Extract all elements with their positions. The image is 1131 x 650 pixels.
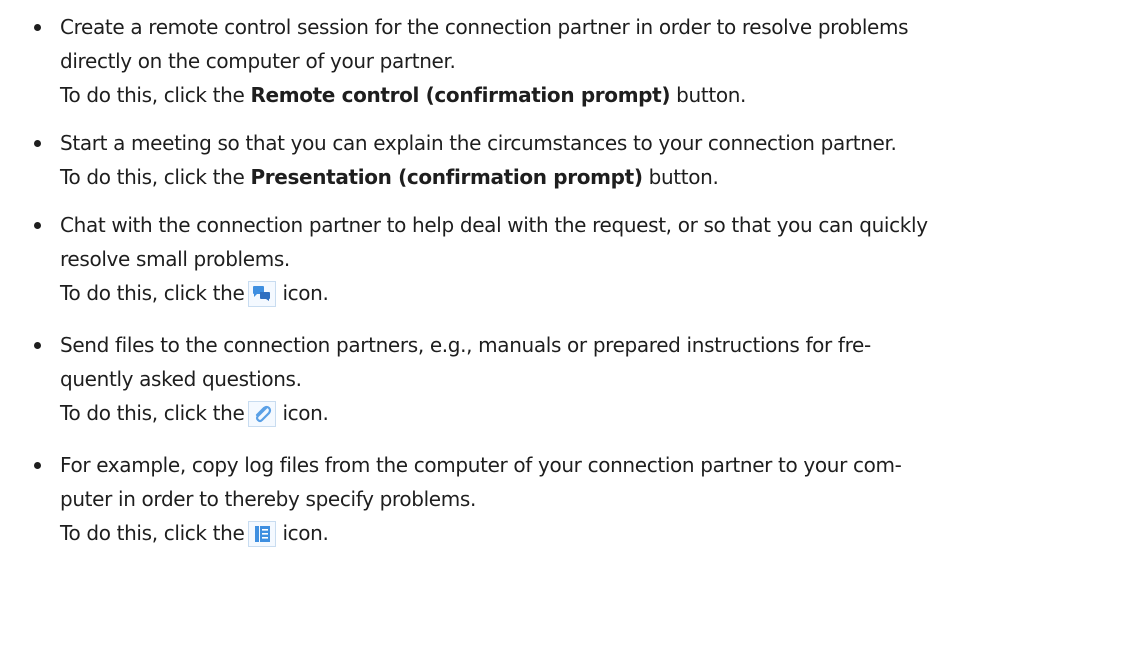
bullet	[34, 222, 41, 229]
item-instruction: To do this, click the Presentation (conf…	[60, 160, 1124, 194]
instruction-prefix: To do this, click the	[60, 165, 251, 189]
instruction-suffix: icon.	[282, 281, 329, 305]
item-instruction: To do this, click the icon.	[60, 516, 1124, 550]
item-instruction: To do this, click the Remote control (co…	[60, 78, 1124, 112]
bullet	[34, 140, 41, 147]
item-text-line: Create a remote control session for the …	[60, 15, 909, 39]
item-text-line: Send files to the connection partners, e…	[60, 333, 871, 357]
bullet	[34, 24, 41, 31]
instruction-suffix: button.	[642, 165, 719, 189]
instruction-prefix: To do this, click the	[60, 281, 245, 305]
item-text-line: For example, copy log files from the com…	[60, 453, 902, 477]
list-item-send-files: Send files to the connection partners, e…	[34, 328, 1124, 430]
feature-list: Create a remote control session for the …	[34, 10, 1124, 564]
paperclip-icon	[248, 401, 277, 427]
item-instruction: To do this, click the icon.	[60, 276, 1124, 310]
file-list-icon	[248, 521, 277, 547]
list-item-presentation: Start a meeting so that you can explain …	[34, 126, 1124, 194]
remote-control-button-name: Remote control (confirmation prompt)	[250, 83, 671, 107]
chat-icon	[248, 281, 277, 307]
list-item-remote-control: Create a remote control session for the …	[34, 10, 1124, 112]
instruction-prefix: To do this, click the	[60, 401, 245, 425]
item-text-line: quently asked questions.	[60, 367, 302, 391]
item-text-line: resolve small problems.	[60, 247, 290, 271]
item-instruction: To do this, click the icon.	[60, 396, 1124, 430]
item-text-line: directly on the computer of your partner…	[60, 49, 456, 73]
list-item-copy-log-files: For example, copy log files from the com…	[34, 448, 1124, 550]
instruction-suffix: icon.	[282, 401, 329, 425]
instruction-prefix: To do this, click the	[60, 83, 251, 107]
item-text-line: Chat with the connection partner to help…	[60, 213, 928, 237]
item-text-line: Start a meeting so that you can explain …	[60, 131, 897, 155]
instruction-prefix: To do this, click the	[60, 521, 245, 545]
list-item-chat: Chat with the connection partner to help…	[34, 208, 1124, 310]
instruction-suffix: icon.	[282, 521, 329, 545]
presentation-button-name: Presentation (confirmation prompt)	[250, 165, 643, 189]
bullet	[34, 342, 41, 349]
item-text-line: puter in order to thereby specify proble…	[60, 487, 476, 511]
instruction-suffix: button.	[670, 83, 747, 107]
bullet	[34, 462, 41, 469]
